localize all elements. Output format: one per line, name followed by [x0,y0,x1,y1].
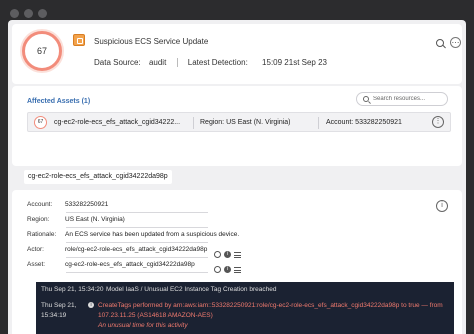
latest-detection-value: 15:09 21st Sep 23 [262,58,327,67]
asset-region: Region: US East (N. Virginia) [200,119,291,126]
data-source-value: audit [148,58,167,67]
alert-meta: Data Source: audit Latest Detection: 15:… [94,58,327,68]
info-icon[interactable]: i [224,266,231,274]
log-alert-source: 107.23.11.25 (AS14618 AMAZON-AES) [98,312,213,319]
asset-row[interactable]: 67 cg-ec2-role-ecs_efs_attack_cgid34222.… [27,112,451,132]
score-value: 67 [36,46,47,56]
zoom-icon[interactable] [436,39,444,47]
log-info-icon: i [88,302,94,308]
account-label: Account: [27,201,53,208]
asset-more-icon[interactable]: ⋮ [432,116,444,128]
asset-label: Asset: [27,261,46,268]
alert-header: 67 Suspicious ECS Service Update Data So… [12,24,462,84]
log-alert-line: CreateTags performed by arn:aws:iam::533… [98,302,443,309]
log-timestamp: Thu Sep 21, 15:34:20 [41,286,104,293]
minimize-window-button[interactable] [24,9,33,18]
globe-icon[interactable] [214,266,221,274]
region-row: Region: US East (N. Virginia) [27,216,125,223]
globe-icon[interactable] [214,251,221,259]
asset-row-divider [193,117,194,129]
log-timestamp-date: Thu Sep 21, [41,302,77,309]
menu-icon[interactable] [234,251,241,258]
asset-row-divider [318,117,319,129]
rationale-row: Rationale: An ECS service has been update… [27,231,239,238]
affected-assets-panel: Affected Assets (1) 67 cg-ec2-role-ecs_e… [12,86,462,166]
aws-service-icon [73,34,85,46]
resource-search[interactable] [356,92,448,106]
rationale-label: Rationale: [27,231,57,238]
asset-name: cg-ec2-role-ecs_efs_attack_cgid34222... [54,119,181,126]
asset-account: Account: 533282250921 [326,119,402,126]
account-value: 533282250921 [65,201,109,208]
asset-value: cg-ec2-role-ecs_efs_attack_cgid34222da98… [65,261,195,268]
maximize-window-button[interactable] [38,9,47,18]
more-options-icon[interactable]: ⋯ [450,37,461,48]
field-underline [66,272,208,273]
actor-label: Actor: [27,246,44,253]
log-alert-note: An unusual time for this activity [98,322,188,329]
field-underline [66,242,208,243]
region-label: Region: [27,216,50,223]
asset-score-ring: 67 [34,116,47,129]
search-icon [363,96,369,102]
actor-row: Actor: role/cg-ec2-role-ecs_efs_attack_cg… [27,246,207,253]
asset-detail-row: Asset: cg-ec2-role-ecs_efs_attack_cgid342… [27,261,195,268]
field-underline [66,212,208,213]
asset-tab[interactable]: cg-ec2-role-ecs_efs_attack_cgid34222da98… [24,170,172,184]
field-underline [66,257,208,258]
details-info-icon[interactable]: i [436,200,448,212]
field-underline [66,227,208,228]
account-row: Account: 533282250921 [27,201,108,208]
score-ring: 67 [22,31,62,71]
info-icon[interactable]: i [224,251,231,259]
window-titlebar [0,0,474,22]
actor-value: role/cg-ec2-role-ecs_efs_attack_cgid3422… [65,246,208,253]
data-source-label: Data Source: [94,58,141,67]
menu-icon[interactable] [234,266,241,273]
log-timestamp-time: 15:34:19 [41,312,67,319]
resource-search-input[interactable] [373,94,445,104]
region-value: US East (N. Virginia) [65,216,125,223]
event-log: Thu Sep 21, 15:34:20 Model IaaS / Unusua… [36,282,454,334]
alert-title: Suspicious ECS Service Update [94,37,209,46]
log-message: Model IaaS / Unusual EC2 Instance Tag Cr… [106,286,277,293]
latest-detection-label: Latest Detection: [187,58,248,67]
app-window: 67 Suspicious ECS Service Update Data So… [8,20,466,334]
close-window-button[interactable] [10,9,19,18]
asset-actions: i [214,261,244,279]
meta-divider [176,58,178,68]
rationale-value: An ECS service has been updated from a s… [65,231,240,238]
affected-assets-title: Affected Assets (1) [27,98,91,105]
